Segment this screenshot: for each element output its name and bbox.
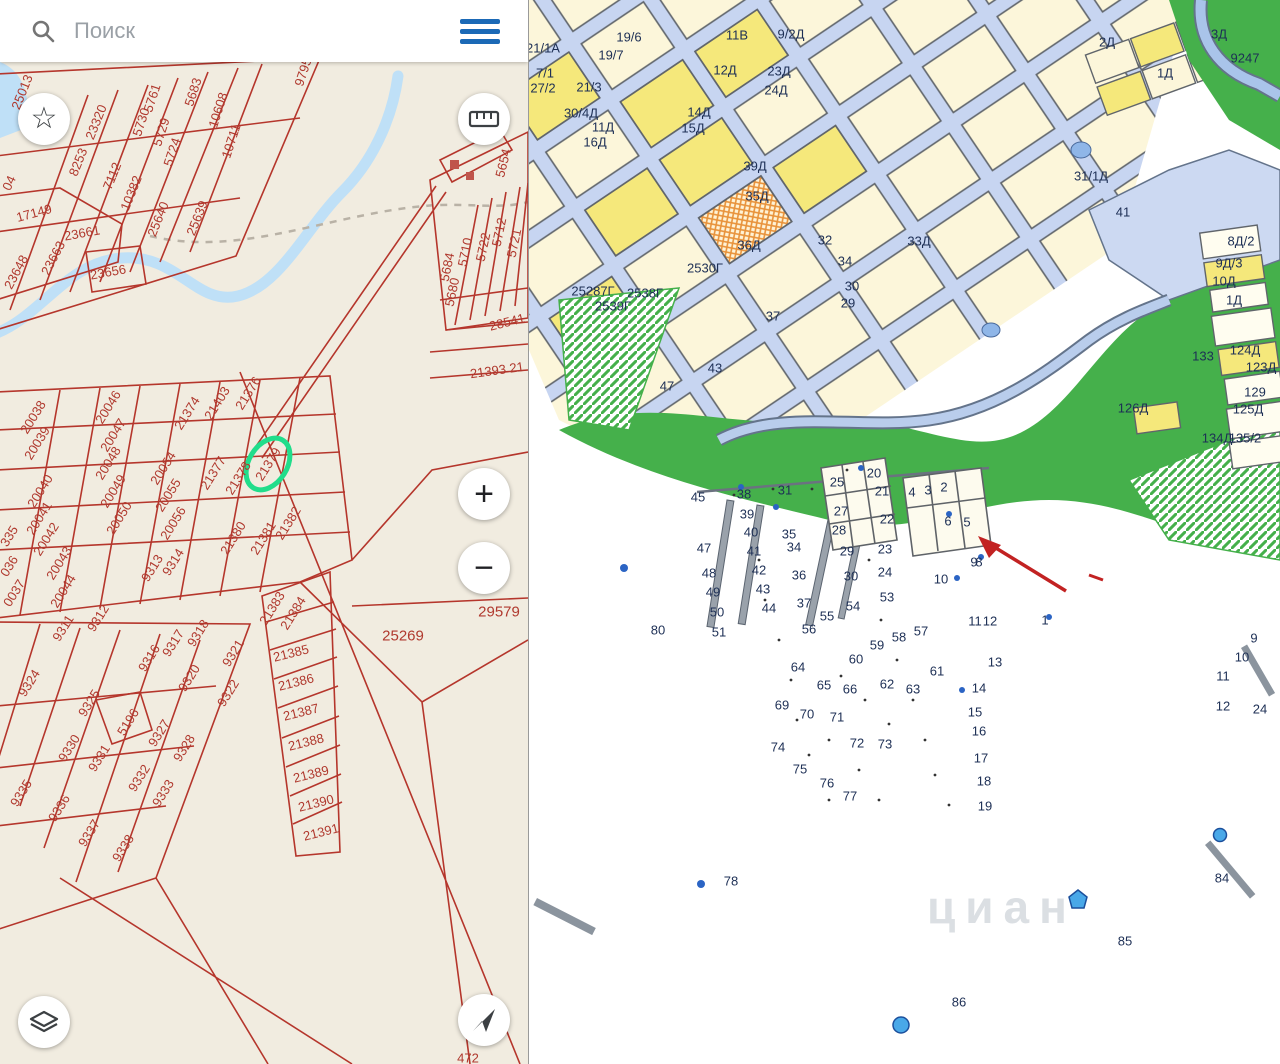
left-map-graphics: [0, 0, 528, 1064]
layers-button[interactable]: [18, 996, 70, 1048]
left-map-canvas[interactable]: 2501323320576156835730572957248253711210…: [0, 0, 528, 1064]
favorites-button[interactable]: ☆: [18, 93, 70, 145]
zoom-out-button[interactable]: −: [458, 542, 510, 594]
minus-icon: −: [474, 551, 494, 585]
watermark: циан: [927, 880, 1077, 934]
ruler-icon: [467, 102, 501, 136]
measure-button[interactable]: [458, 93, 510, 145]
search-icon: [30, 18, 56, 44]
split-map-view: 2501323320576156835730572957248253711210…: [0, 0, 1280, 1064]
layers-icon: [27, 1005, 61, 1039]
star-icon: ☆: [31, 104, 58, 134]
plan-map-panel[interactable]: 21/1А19/619/77/127/221/311В9/2Д12Д23Д24Д…: [529, 0, 1280, 1064]
search-input[interactable]: [72, 17, 460, 45]
locate-arrow-icon: [467, 1003, 501, 1037]
right-map-graphics: [529, 0, 1280, 1064]
cadastral-map-panel[interactable]: 2501323320576156835730572957248253711210…: [0, 0, 529, 1064]
zoom-in-button[interactable]: +: [458, 468, 510, 520]
menu-icon[interactable]: [460, 19, 500, 44]
plus-icon: +: [474, 477, 494, 511]
search-bar: [0, 0, 528, 62]
my-location-button[interactable]: [458, 994, 510, 1046]
